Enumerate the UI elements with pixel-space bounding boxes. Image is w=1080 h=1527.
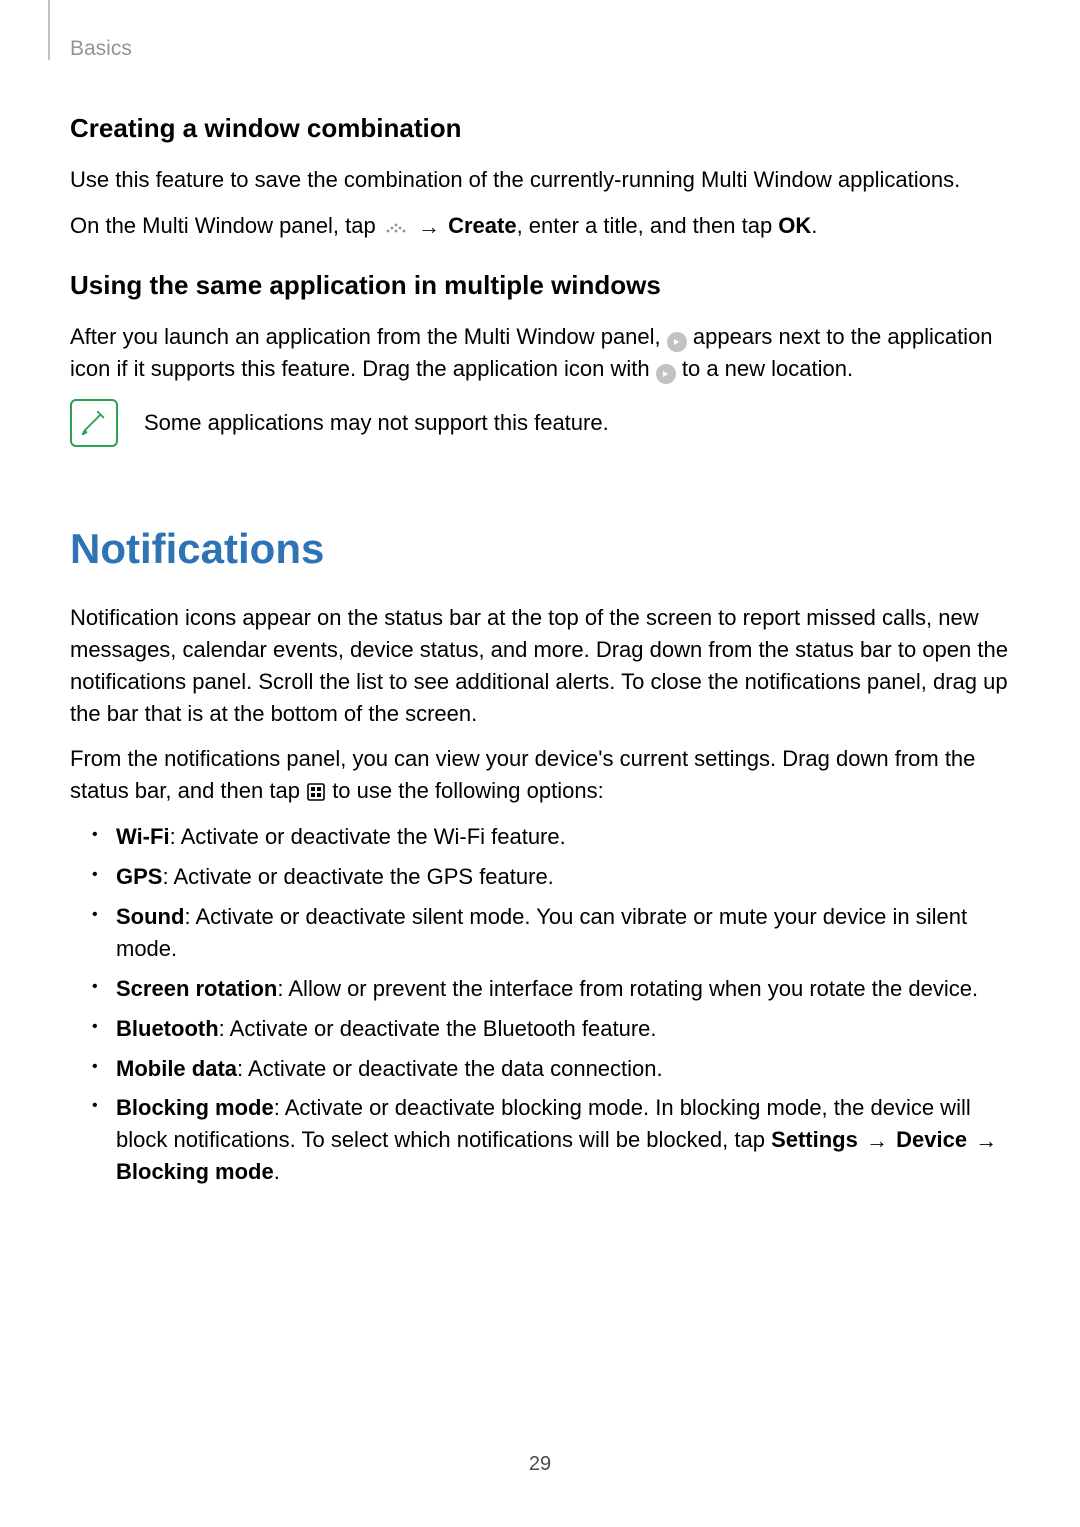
path-settings: Settings <box>771 1127 858 1152</box>
path-blocking-mode: Blocking mode <box>116 1159 274 1184</box>
option-desc: : Activate or deactivate the Bluetooth f… <box>219 1016 657 1041</box>
list-item: Mobile data: Activate or deactivate the … <box>100 1053 1010 1085</box>
content-body: Creating a window combination Use this f… <box>70 30 1010 1188</box>
option-desc: : Activate or deactivate silent mode. Yo… <box>116 904 967 961</box>
list-item: Wi-Fi: Activate or deactivate the Wi-Fi … <box>100 821 1010 853</box>
option-name: Mobile data <box>116 1056 237 1081</box>
page: Basics Creating a window combination Use… <box>0 0 1080 1527</box>
para-notifs-2: From the notifications panel, you can vi… <box>70 743 1010 807</box>
option-name: Bluetooth <box>116 1016 219 1041</box>
list-item: GPS: Activate or deactivate the GPS feat… <box>100 861 1010 893</box>
panel-handle-icon <box>382 219 410 237</box>
option-name: Sound <box>116 904 184 929</box>
duplicate-badge-icon <box>656 364 676 384</box>
text-fragment: , enter a title, and then tap <box>517 213 779 238</box>
text-create: Create <box>448 213 516 238</box>
breadcrumb: Basics <box>70 34 132 64</box>
text-fragment: On the Multi Window panel, tap <box>70 213 382 238</box>
option-desc: : Activate or deactivate the GPS feature… <box>162 864 553 889</box>
arrow-icon: → <box>416 216 442 238</box>
option-name: Blocking mode <box>116 1095 274 1120</box>
heading-notifications: Notifications <box>70 519 1010 580</box>
list-item: Screen rotation: Allow or prevent the in… <box>100 973 1010 1005</box>
option-name: GPS <box>116 864 162 889</box>
para-same-app-1: After you launch an application from the… <box>70 321 1010 385</box>
note-text: Some applications may not support this f… <box>144 407 609 439</box>
page-number: 29 <box>0 1450 1080 1479</box>
option-name: Wi-Fi <box>116 824 170 849</box>
text-ok: OK <box>778 213 811 238</box>
para-creating-1: Use this feature to save the combination… <box>70 164 1010 196</box>
note-icon <box>70 399 118 447</box>
para-creating-2: On the Multi Window panel, tap → <box>70 210 1010 242</box>
option-desc: : Allow or prevent the interface from ro… <box>277 976 978 1001</box>
text-fragment: to a new location. <box>682 356 853 381</box>
list-item: Bluetooth: Activate or deactivate the Bl… <box>100 1013 1010 1045</box>
duplicate-badge-icon <box>667 332 687 352</box>
margin-rule <box>48 0 50 60</box>
section-notifications: Notifications Notification icons appear … <box>70 519 1010 1188</box>
options-list: Wi-Fi: Activate or deactivate the Wi-Fi … <box>70 821 1010 1188</box>
arrow-icon: → <box>864 1130 890 1152</box>
text-fragment: . <box>274 1159 280 1184</box>
option-desc: : Activate or deactivate the data connec… <box>237 1056 663 1081</box>
list-item-blocking: Blocking mode: Activate or deactivate bl… <box>100 1092 1010 1188</box>
option-name: Screen rotation <box>116 976 277 1001</box>
text-fragment: After you launch an application from the… <box>70 324 667 349</box>
heading-same-app-multi: Using the same application in multiple w… <box>70 267 1010 305</box>
path-device: Device <box>896 1127 967 1152</box>
section-creating-combination: Creating a window combination Use this f… <box>70 110 1010 241</box>
list-item: Sound: Activate or deactivate silent mod… <box>100 901 1010 965</box>
text-fragment: . <box>811 213 817 238</box>
option-desc: : Activate or deactivate the Wi-Fi featu… <box>170 824 566 849</box>
section-same-app-multi: Using the same application in multiple w… <box>70 267 1010 446</box>
para-notifs-1: Notification icons appear on the status … <box>70 602 1010 730</box>
quick-settings-grid-icon <box>306 782 326 802</box>
arrow-icon: → <box>973 1130 999 1152</box>
text-fragment: to use the following options: <box>332 778 604 803</box>
heading-creating-combination: Creating a window combination <box>70 110 1010 148</box>
note-row: Some applications may not support this f… <box>70 399 1010 447</box>
